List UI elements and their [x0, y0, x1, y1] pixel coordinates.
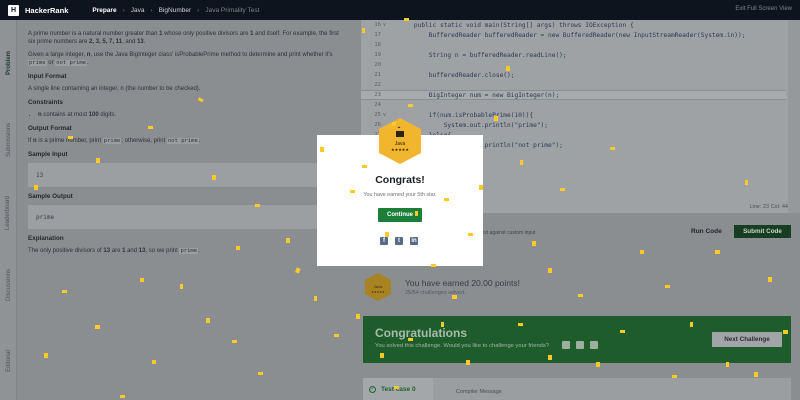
code-line: 22 — [374, 82, 381, 88]
task-paragraph: Given a large integer, n, use the Java B… — [28, 52, 333, 66]
code-line: 17 BufferedReader bufferedReader = new B… — [374, 31, 746, 39]
code-line: 21 bufferedReader.close(); — [374, 71, 515, 79]
linkedin-icon[interactable] — [590, 341, 598, 349]
code-line: 19 String n = bufferedReader.readLine(); — [374, 51, 567, 59]
tab-editorial[interactable]: Editorial — [1, 336, 16, 386]
points-earned-text: You have earned 20.00 points! — [405, 278, 521, 288]
input-format-text: A single line containing an integer, n (… — [28, 86, 201, 92]
java-badge-large-icon: Java ★★★★★ — [379, 118, 421, 164]
banner-subtitle: You solved this challenge. Would you lik… — [375, 343, 550, 349]
breadcrumb-current: Java Primality Test — [205, 6, 260, 14]
breadcrumb: Prepare › Java › BigNumber › Java Primal… — [92, 7, 259, 14]
output-format-text: If n is a prime number, print prime; oth… — [28, 138, 201, 144]
twitter-icon[interactable]: t — [395, 237, 403, 245]
fold-icon: v — [383, 22, 387, 28]
challenges-solved-text: 25/64 challenges solved. — [405, 290, 466, 296]
output-format-heading: Output Format — [28, 125, 72, 132]
check-icon: ✓ — [369, 385, 376, 393]
badge-small-stars: ★★★★★ — [371, 290, 385, 294]
chevron-right-icon: › — [197, 6, 200, 14]
brand-name[interactable]: HackerRank — [25, 6, 68, 15]
list-item: n contains at most 100 digits. — [38, 111, 343, 119]
next-challenge-button[interactable]: Next Challenge — [712, 332, 782, 347]
code-line: 16 v public static void main(String[] arg… — [374, 21, 634, 29]
banner-title: Congratulations — [375, 326, 467, 340]
twitter-icon[interactable] — [576, 341, 584, 349]
code-line: 18 — [374, 42, 381, 48]
input-format-heading: Input Format — [28, 73, 67, 80]
java-badge-icon: Java ★★★★★ — [365, 273, 391, 301]
hackerrank-logo[interactable]: H — [8, 4, 19, 16]
code-line: 20 — [374, 62, 381, 68]
tab-submissions[interactable]: Submissions — [1, 115, 16, 165]
tab-test-case-0[interactable]: ✓ Test case 0 — [363, 378, 433, 400]
badge-large-stars: ★★★★★ — [391, 147, 409, 152]
code-line-active: 23 BigInteger num = new BigInteger(n); — [361, 90, 786, 100]
constraints-heading: Constraints — [28, 99, 63, 106]
modal-subtitle: You have earned your 5th star. — [363, 192, 437, 198]
continue-button[interactable]: Continue — [378, 208, 422, 222]
explanation-heading: Explanation — [28, 235, 64, 242]
sample-output-box: prime — [28, 205, 348, 229]
run-code-button[interactable]: Run Code — [685, 225, 728, 238]
modal-title: Congrats! — [375, 174, 425, 186]
code-line: 24 — [374, 102, 381, 108]
test-case-panel: ✓ Test case 0 Compiler Message — [363, 378, 791, 400]
sample-output-heading: Sample Output — [28, 193, 73, 200]
tab-problem[interactable]: Problem — [1, 38, 16, 88]
sample-input-heading: Sample Input — [28, 151, 68, 158]
cursor-position: Line: 23 Col: 44 — [749, 204, 788, 210]
tab-leaderboard[interactable]: Leaderboard — [1, 188, 16, 238]
share-icons — [562, 341, 598, 349]
badge-small-label: Java — [374, 284, 383, 289]
sample-input-box: 13 — [28, 163, 348, 187]
linkedin-icon[interactable]: in — [410, 237, 418, 245]
modal-share-icons: f t in — [380, 237, 418, 245]
congratulations-banner: Congratulations You solved this challeng… — [363, 316, 791, 363]
intro-paragraph: A prime number is a natural number great… — [28, 31, 339, 45]
editor-scrollbar[interactable] — [788, 20, 800, 213]
constraints-list: n contains at most 100 digits. — [38, 111, 343, 119]
facebook-icon[interactable] — [562, 341, 570, 349]
problem-statement: A prime number is a natural number great… — [28, 30, 348, 260]
submit-code-button[interactable]: Submit Code — [734, 225, 791, 238]
test-case-label: Test case 0 — [381, 385, 416, 393]
top-navbar: H HackerRank Prepare › Java › BigNumber … — [0, 0, 800, 20]
custom-input-checkbox-label[interactable]: Test against custom input — [479, 230, 535, 236]
breadcrumb-bignumber[interactable]: BigNumber — [159, 7, 192, 14]
left-tab-rail: Problem Submissions Leaderboard Discussi… — [0, 20, 17, 400]
facebook-icon[interactable]: f — [380, 237, 388, 245]
chevron-right-icon: › — [150, 6, 153, 14]
exit-fullscreen-link[interactable]: Exit Full Screen View — [735, 6, 792, 12]
tab-discussions[interactable]: Discussions — [1, 260, 16, 310]
breadcrumb-prepare[interactable]: Prepare — [92, 7, 116, 14]
chevron-right-icon: › — [122, 6, 125, 14]
explanation-text: The only positive divisors of 13 are 1 a… — [28, 248, 200, 254]
breadcrumb-java[interactable]: Java — [131, 7, 145, 14]
compiler-message-label: Compiler Message — [456, 389, 502, 395]
